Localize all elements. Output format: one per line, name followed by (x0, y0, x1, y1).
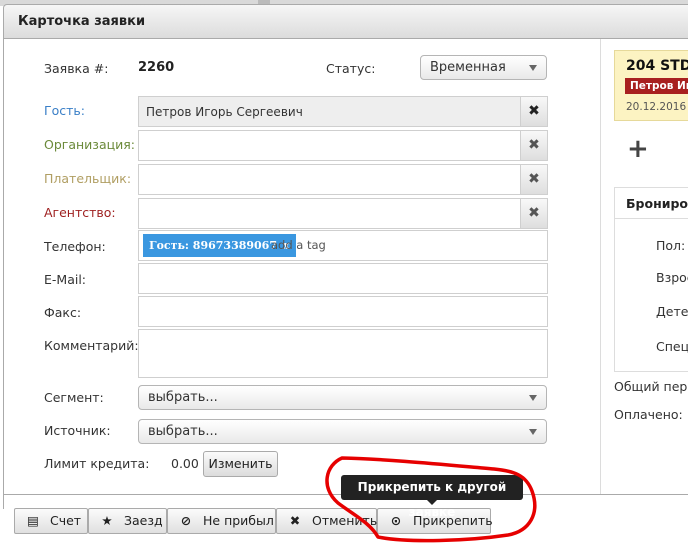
agency-field[interactable]: ✖ (138, 198, 548, 229)
check-in-button-label: Заезд (124, 513, 163, 528)
clear-payer-button[interactable]: ✖ (520, 165, 547, 194)
room-dates: 20.12.2016 – 2 (626, 101, 688, 113)
clear-agency-button[interactable]: ✖ (520, 199, 547, 228)
dialog-title: Карточка заявки (18, 14, 146, 29)
cross-icon: ✖ (289, 513, 301, 528)
guest-value: Петров Игорь Сергеевич (146, 105, 303, 119)
booking-special-label: Спец (656, 339, 688, 354)
status-label: Статус: (326, 61, 376, 76)
source-label: Источник: (44, 423, 111, 438)
phone-tag-input[interactable]: Гость: 89673389067 x add a tag (138, 230, 548, 261)
cancel-button-label: Отменить (312, 513, 378, 528)
guest-label[interactable]: Гость: (44, 103, 85, 118)
fax-label: Факс: (44, 305, 82, 320)
request-number: 2260 (138, 60, 175, 75)
source-select[interactable]: выбрать... (138, 419, 547, 444)
room-title: 204 STD (626, 58, 688, 74)
attach-up-icon: ⊙ (390, 513, 402, 528)
close-icon: ✖ (528, 171, 540, 187)
booking-children-label: Детей (656, 304, 688, 319)
clear-organization-button[interactable]: ✖ (520, 131, 547, 160)
paid-label: Оплачено: (614, 407, 683, 422)
email-label: E-Mail: (44, 272, 87, 287)
close-icon: ✖ (528, 205, 540, 221)
invoice-icon: ▤ (27, 513, 39, 528)
phone-label: Телефон: (44, 239, 106, 254)
dialog-titlebar: Карточка заявки (3, 4, 688, 39)
credit-limit-label: Лимит кредита: (44, 456, 150, 471)
comment-label: Комментарий: (44, 338, 139, 353)
agency-label[interactable]: Агентство: (44, 205, 116, 220)
close-icon: ✖ (528, 103, 540, 119)
no-entry-icon: ⊘ (180, 513, 192, 528)
guest-field[interactable]: Петров Игорь Сергеевич ✖ (138, 96, 548, 127)
segment-label: Сегмент: (44, 390, 104, 405)
booking-gender-label: Пол: (656, 238, 686, 253)
segment-select[interactable]: выбрать... (138, 385, 547, 410)
booking-panel: Бронирова Пол: Взрос Детей Спец (614, 187, 688, 372)
close-icon: ✖ (528, 137, 540, 153)
email-field[interactable] (138, 263, 548, 294)
payer-field[interactable]: ✖ (138, 164, 548, 195)
invoice-button-label: Счет (50, 513, 82, 528)
booking-panel-header: Бронирова (615, 188, 688, 219)
dialog-left-border (3, 39, 4, 509)
chevron-down-icon (529, 395, 537, 401)
check-in-button[interactable]: ★ Заезд (88, 508, 167, 534)
comment-textarea[interactable] (138, 329, 548, 378)
room-card[interactable]: 204 STD Петров Иг 20.12.2016 – 2 (614, 50, 688, 121)
status-select[interactable]: Временная (420, 55, 547, 80)
chevron-down-icon (529, 429, 537, 435)
cancel-button[interactable]: ✖ Отменить (276, 508, 377, 534)
status-value: Временная (430, 60, 506, 75)
clear-guest-button[interactable]: ✖ (520, 97, 547, 126)
request-number-label: Заявка #: (44, 61, 109, 76)
no-show-button-label: Не прибыл (203, 513, 274, 528)
invoice-button[interactable]: ▤ Счет (14, 508, 88, 534)
attach-tooltip: Прикрепить к другой заявке (341, 475, 523, 519)
panel-divider (600, 39, 601, 494)
chevron-down-icon (529, 65, 537, 71)
total-period-label: Общий пери (614, 379, 688, 394)
source-value: выбрать... (148, 424, 218, 439)
booking-adults-label: Взрос (656, 270, 688, 285)
fax-field[interactable] (138, 296, 548, 327)
phone-tag-text: Гость: 89673389067 (149, 239, 277, 252)
payer-label[interactable]: Плательщик: (44, 171, 131, 186)
booking-panel-title: Бронирова (626, 196, 688, 211)
change-credit-button[interactable]: Изменить (203, 451, 278, 477)
tooltip-arrow (427, 500, 437, 505)
segment-value: выбрать... (148, 390, 218, 405)
add-room-button[interactable]: + (627, 136, 649, 162)
no-show-button[interactable]: ⊘ Не прибыл (167, 508, 276, 534)
organization-label[interactable]: Организация: (44, 137, 135, 152)
organization-field[interactable]: ✖ (138, 130, 548, 161)
room-guest-badge: Петров Иг (625, 78, 688, 94)
star-icon: ★ (101, 513, 113, 528)
credit-limit-value: 0.00 (171, 456, 199, 471)
plus-icon: + (627, 134, 649, 164)
phone-tag-placeholder[interactable]: add a tag (271, 238, 326, 252)
